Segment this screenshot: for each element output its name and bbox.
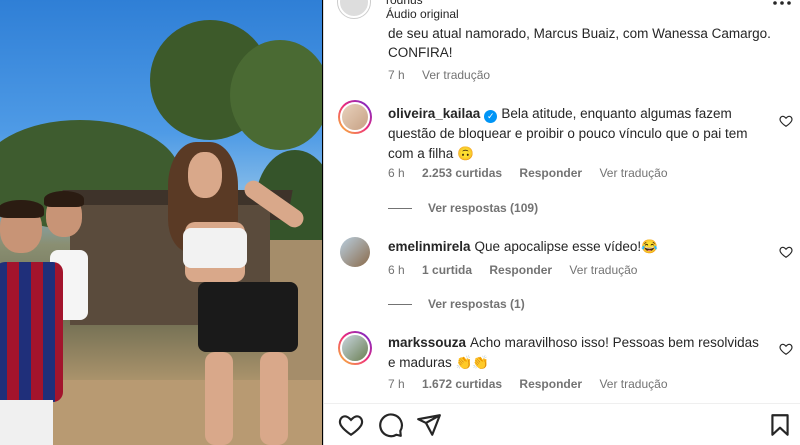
translate-button[interactable]: Ver tradução xyxy=(599,166,667,180)
like-heart-icon[interactable] xyxy=(779,245,793,259)
woman-face xyxy=(188,152,222,198)
woman-leg xyxy=(260,352,288,445)
like-heart-icon[interactable] xyxy=(779,114,793,128)
more-icon[interactable] xyxy=(771,0,793,17)
comment-likes[interactable]: 1 curtida xyxy=(422,263,472,277)
reply-button[interactable]: Responder xyxy=(519,166,582,180)
reply-button[interactable]: Responder xyxy=(519,377,582,391)
share-icon[interactable] xyxy=(416,412,442,438)
view-replies-label: Ver respostas (1) xyxy=(428,297,525,311)
comment-body: Que apocalipse esse vídeo!😂 xyxy=(474,239,658,254)
translate-button[interactable]: Ver tradução xyxy=(569,263,637,277)
audio-label[interactable]: Áudio original xyxy=(386,7,459,21)
caption-time: 7 h xyxy=(388,68,405,82)
commenter-username[interactable]: markssouza xyxy=(388,335,466,350)
translate-button[interactable]: Ver tradução xyxy=(599,377,667,391)
commenter-avatar[interactable] xyxy=(338,331,372,365)
author-username[interactable]: rodrius xyxy=(386,0,423,7)
caption-text: de seu atual namorado, Marcus Buaiz, com… xyxy=(388,26,771,60)
comment-icon[interactable] xyxy=(378,412,404,438)
bookmark-icon[interactable] xyxy=(767,412,793,438)
commenter-username[interactable]: oliveira_kailaa xyxy=(388,106,480,121)
comment-meta: 6 h 1 curtida Responder Ver tradução xyxy=(388,263,651,277)
author-avatar[interactable] xyxy=(338,0,370,18)
like-heart-icon[interactable] xyxy=(779,342,793,356)
comment-text: markssouza Acho maravilhoso isso! Pessoas… xyxy=(388,333,768,373)
palm-tree-foliage xyxy=(230,40,322,150)
comment-time: 6 h xyxy=(388,263,405,277)
reply-button[interactable]: Responder xyxy=(489,263,552,277)
comment-likes[interactable]: 2.253 curtidas xyxy=(422,166,502,180)
view-replies-button[interactable]: Ver respostas (1) xyxy=(388,297,525,311)
replies-line xyxy=(388,208,412,210)
child-hair xyxy=(0,200,44,218)
commenter-avatar[interactable] xyxy=(338,235,372,269)
child-jersey xyxy=(0,262,63,402)
woman-leg xyxy=(205,352,233,445)
woman-top xyxy=(183,228,247,268)
comment-text: oliveira_kailaa ✓ Bela atitude, enquanto a… xyxy=(388,104,768,164)
comments-panel: rodrius Áudio original de seu atual namo… xyxy=(323,0,800,445)
comment-time: 7 h xyxy=(388,377,405,391)
comment-likes[interactable]: 1.672 curtidas xyxy=(422,377,502,391)
caption-meta: 7 h Ver tradução xyxy=(388,68,504,82)
child-hair xyxy=(44,191,84,207)
verified-badge-icon: ✓ xyxy=(484,110,498,123)
reel-video[interactable] xyxy=(0,0,322,445)
commenter-username[interactable]: emelinmirela xyxy=(388,239,471,254)
view-replies-label: Ver respostas (109) xyxy=(428,201,539,215)
replies-line xyxy=(388,304,412,306)
comment-meta: 7 h 1.672 curtidas Responder Ver traduçã… xyxy=(388,377,682,391)
comment-time: 6 h xyxy=(388,166,405,180)
action-bar xyxy=(324,403,800,445)
comment-text: emelinmirela Que apocalipse esse vídeo!😂 xyxy=(388,237,768,257)
commenter-avatar[interactable] xyxy=(338,100,372,134)
child-shorts xyxy=(0,400,53,445)
comment-meta: 6 h 2.253 curtidas Responder Ver traduçã… xyxy=(388,166,682,180)
caption-translate-button[interactable]: Ver tradução xyxy=(422,68,490,82)
heart-icon[interactable] xyxy=(338,412,364,438)
view-replies-button[interactable]: Ver respostas (109) xyxy=(388,201,538,215)
woman-shorts xyxy=(198,282,298,352)
